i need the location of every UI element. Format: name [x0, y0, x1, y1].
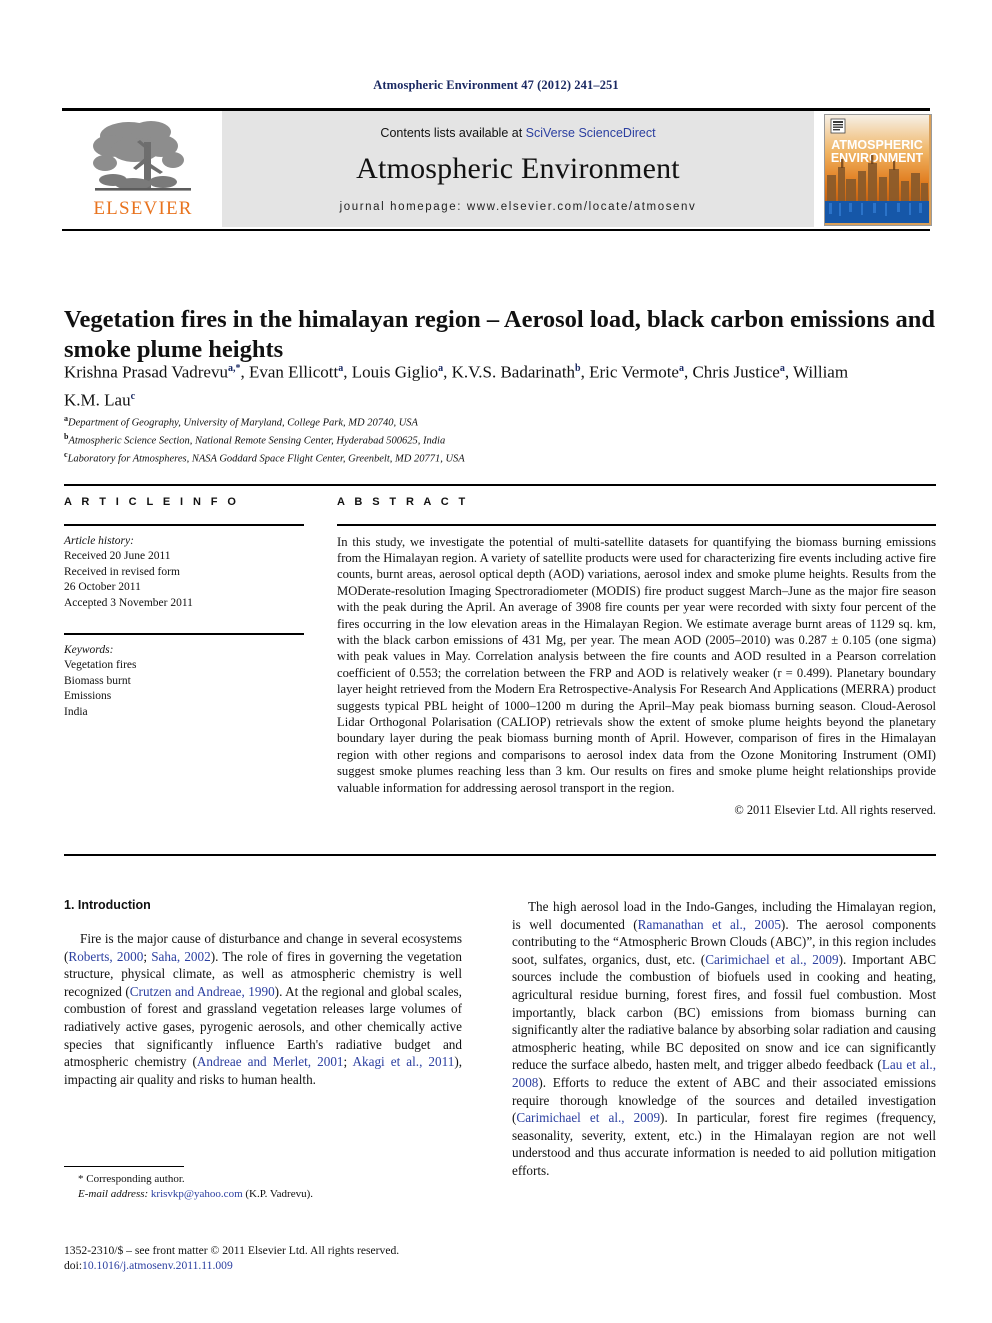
corresponding-author-note: * Corresponding author.	[78, 1173, 185, 1185]
paragraph-text: ;	[143, 948, 152, 964]
paper-page: Atmospheric Environment 47 (2012) 241–25…	[0, 0, 992, 1323]
running-head: Atmospheric Environment 47 (2012) 241–25…	[373, 78, 619, 92]
keywords-list: Vegetation fires Biomass burnt Emissions In…	[64, 658, 304, 720]
author-separator: ,	[240, 362, 249, 382]
author-name: Evan Ellicott	[248, 362, 339, 382]
author-separator: ,	[443, 362, 452, 382]
author-affiliation-marker: a,*	[227, 363, 241, 374]
affiliation-item: bAtmospheric Science Section, National R…	[64, 430, 704, 448]
affiliation-text: Laboratory for Atmospheres, NASA Goddard…	[67, 453, 465, 465]
right-paragraphs: The high aerosol load in the Indo-Ganges…	[512, 898, 936, 1180]
journal-cover-art: ATMOSPHERIC ENVIRONMENT	[825, 115, 929, 223]
email-link[interactable]: krisvkp@yahoo.com	[151, 1188, 243, 1200]
sciencedirect-link[interactable]: SciVerse ScienceDirect	[526, 126, 656, 140]
author-list: Krishna Prasad Vadrevua,*, Evan Ellicott…	[64, 357, 864, 412]
body-column-right: The high aerosol load in the Indo-Ganges…	[512, 898, 936, 1190]
keyword-item: Vegetation fires	[64, 659, 137, 671]
affiliation-text: Atmospheric Science Section, National Re…	[68, 435, 446, 447]
citation-link[interactable]: Carimichael et al., 2009	[516, 1110, 660, 1125]
article-history-list: Received 20 June 2011 Received in revised…	[64, 549, 304, 611]
article-history-label: Article history:	[64, 534, 134, 547]
left-paragraphs: Fire is the major cause of disturbance a…	[64, 930, 462, 1088]
keyword-item: India	[64, 705, 88, 718]
affiliation-item: aDepartment of Geography, University of …	[64, 412, 704, 430]
contents-prefix: Contents lists available at	[380, 126, 526, 140]
article-info-rule	[64, 524, 304, 526]
abstract-text: In this study, we investigate the potent…	[337, 534, 936, 795]
affiliation-text: Department of Geography, University of M…	[68, 417, 418, 429]
citation-link[interactable]: Ramanathan et al., 2005	[638, 917, 781, 932]
citation-link[interactable]: Saha, 2002	[151, 949, 211, 964]
email-note: E-mail address: krisvkp@yahoo.com (K.P. …	[64, 1187, 464, 1202]
doi-link[interactable]: 10.1016/j.atmosenv.2011.11.009	[82, 1259, 233, 1272]
author-name: Chris Justice	[692, 362, 780, 382]
body-paragraph: Fire is the major cause of disturbance a…	[64, 930, 462, 1088]
article-history-line: 26 October 2011	[64, 581, 141, 593]
masthead-panel: Contents lists available at SciVerse Sci…	[222, 111, 814, 227]
elsevier-wordmark: ELSEVIER	[93, 198, 193, 219]
svg-text:ATMOSPHERIC: ATMOSPHERIC	[831, 138, 922, 152]
keywords-label: Keywords:	[64, 643, 114, 656]
section-heading-introduction: 1. Introduction	[64, 898, 151, 912]
elsevier-tree-icon	[93, 121, 191, 191]
citation-link[interactable]: Akagi et al., 2011	[352, 1054, 454, 1069]
article-info-block: A R T I C L E I N F O Article history: R…	[64, 496, 304, 720]
author-name: Louis Giglio	[351, 362, 439, 382]
author-affiliation-marker: c	[130, 390, 136, 402]
elsevier-logo: ELSEVIER	[68, 116, 218, 226]
svg-text:ENVIRONMENT: ENVIRONMENT	[831, 151, 924, 165]
abstract-block: A B S T R A C T In this study, we invest…	[337, 496, 936, 818]
author-separator: ,	[580, 362, 590, 382]
article-history-line: Received in revised form	[64, 565, 180, 578]
footnote-block: * Corresponding author. E-mail address: …	[64, 1172, 464, 1201]
info-band-bottom-rule	[64, 854, 936, 856]
email-owner: (K.P. Vadrevu).	[245, 1187, 313, 1200]
email-label: E-mail address:	[78, 1187, 149, 1200]
author-name: K.V.S. Badarinath	[451, 362, 576, 382]
body-column-left: 1. Introduction Fire is the major cause …	[64, 898, 462, 1098]
citation-link[interactable]: Carimichael et al., 2009	[705, 952, 838, 967]
abstract-heading: A B S T R A C T	[337, 496, 469, 508]
article-info-heading: A R T I C L E I N F O	[64, 496, 240, 508]
journal-homepage[interactable]: journal homepage: www.elsevier.com/locat…	[340, 201, 697, 213]
front-matter-line: 1352-2310/$ – see front matter © 2011 El…	[64, 1244, 400, 1257]
info-band-top-rule	[64, 484, 936, 486]
author-name: Krishna Prasad Vadrevu	[64, 362, 228, 382]
affiliation-list: aDepartment of Geography, University of …	[64, 412, 704, 466]
masthead-bottom-rule	[62, 229, 930, 231]
abstract-copyright: © 2011 Elsevier Ltd. All rights reserved…	[734, 803, 936, 817]
article-history-line: Received 20 June 2011	[64, 550, 171, 562]
journal-title: Atmospheric Environment	[356, 152, 680, 185]
paragraph-text: ). Important ABC sources include the com…	[512, 951, 936, 1073]
citation-link[interactable]: Crutzen and Andreae, 1990	[130, 984, 275, 999]
citation-link[interactable]: Andreae and Merlet, 2001	[197, 1054, 344, 1069]
keyword-item: Biomass burnt	[64, 674, 131, 687]
author-name: Eric Vermote	[589, 362, 679, 382]
contents-available-line: Contents lists available at SciVerse Sci…	[380, 126, 655, 140]
footnote-rule	[64, 1166, 184, 1167]
author-separator: ,	[784, 362, 794, 382]
author-separator: ,	[343, 362, 352, 382]
doi-label: doi:	[64, 1259, 83, 1272]
keyword-item: Emissions	[64, 690, 112, 702]
journal-cover-thumbnail: ATMOSPHERIC ENVIRONMENT	[824, 114, 932, 226]
keywords-rule	[64, 633, 304, 635]
journal-masthead: ELSEVIER Contents lists available at Sci…	[62, 108, 932, 232]
affiliation-item: cLaboratory for Atmospheres, NASA Goddar…	[64, 448, 704, 466]
imprint-block: 1352-2310/$ – see front matter © 2011 El…	[64, 1243, 484, 1273]
abstract-rule	[337, 524, 936, 526]
body-paragraph: The high aerosol load in the Indo-Ganges…	[512, 898, 936, 1180]
doi-line: doi:10.1016/j.atmosenv.2011.11.009	[64, 1258, 484, 1273]
article-history-line: Accepted 3 November 2011	[64, 596, 193, 609]
citation-link[interactable]: Roberts, 2000	[68, 949, 143, 964]
